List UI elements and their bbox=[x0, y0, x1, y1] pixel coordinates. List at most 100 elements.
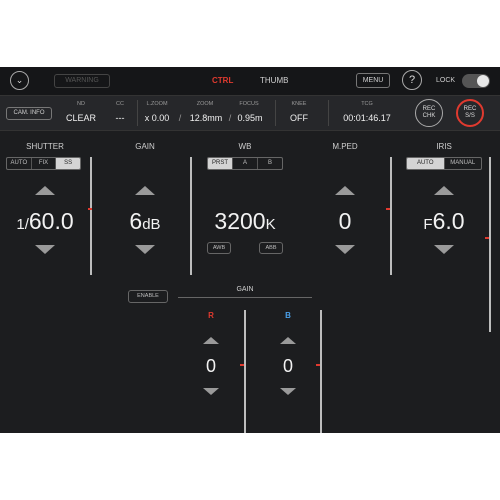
b-gain-label: B bbox=[285, 311, 291, 320]
mped-title: M.PED bbox=[332, 142, 358, 151]
mped-down-button[interactable] bbox=[335, 245, 355, 254]
top-bar: ⌄ WARNING CTRL THUMB MENU ? LOCK bbox=[0, 67, 500, 95]
iris-slider-track[interactable] bbox=[489, 157, 491, 332]
info-bar: CAM. INFO ND CLEAR CC --- L.ZOOM x 0.00 … bbox=[0, 95, 500, 131]
shutter-mode-fix[interactable]: FIX bbox=[32, 158, 57, 169]
up-arrow-icon bbox=[35, 186, 55, 195]
rb-gain-title: GAIN bbox=[236, 286, 254, 293]
up-arrow-icon bbox=[434, 186, 454, 195]
chevron-down-button[interactable]: ⌄ bbox=[10, 71, 29, 90]
down-arrow-icon bbox=[434, 245, 454, 254]
help-icon: ? bbox=[408, 73, 416, 86]
gain-down-button[interactable] bbox=[135, 245, 155, 254]
menu-button[interactable]: MENU bbox=[356, 73, 390, 88]
nd-label: ND bbox=[77, 101, 85, 107]
iris-value: F6.0 bbox=[398, 208, 490, 235]
iris-mode-auto[interactable]: AUTO bbox=[407, 158, 445, 169]
gain-up-button[interactable] bbox=[135, 186, 155, 195]
iris-up-button[interactable] bbox=[434, 186, 454, 195]
down-arrow-icon bbox=[203, 388, 219, 395]
warning-button[interactable]: WARNING bbox=[54, 74, 110, 88]
wb-mode-prst[interactable]: PRST bbox=[208, 158, 233, 169]
shutter-mode-ss[interactable]: SS bbox=[56, 158, 80, 169]
iris-value-prefix: F bbox=[423, 216, 433, 233]
b-gain-value: 0 bbox=[282, 356, 293, 376]
separator: / bbox=[178, 113, 182, 123]
lock-toggle[interactable] bbox=[462, 74, 490, 88]
up-arrow-icon bbox=[203, 337, 219, 344]
lzoom-label: L.ZOOM bbox=[146, 101, 168, 107]
b-gain-slider-track[interactable] bbox=[320, 310, 322, 433]
b-gain-down-button[interactable] bbox=[280, 388, 296, 395]
iris-mode-manual[interactable]: MANUAL bbox=[445, 158, 482, 169]
cc-value[interactable]: --- bbox=[108, 113, 132, 123]
mped-slider-indicator bbox=[386, 208, 390, 210]
nd-value[interactable]: CLEAR bbox=[62, 113, 100, 123]
lzoom-value[interactable]: x 0.00 bbox=[138, 113, 176, 123]
cam-info-button[interactable]: CAM. INFO bbox=[6, 107, 52, 120]
tcg-value[interactable]: 00:01:46.17 bbox=[334, 113, 400, 123]
wb-mode-selector: PRST A B bbox=[207, 157, 283, 170]
b-gain-slider-indicator bbox=[316, 364, 320, 366]
gain-value-unit: dB bbox=[142, 216, 161, 233]
wb-mode-b[interactable]: B bbox=[258, 158, 282, 169]
iris-down-button[interactable] bbox=[434, 245, 454, 254]
iris-title: IRIS bbox=[436, 142, 452, 151]
down-arrow-icon bbox=[280, 388, 296, 395]
cc-label: CC bbox=[116, 101, 124, 107]
wb-title: WB bbox=[238, 142, 252, 151]
r-gain-up-button[interactable] bbox=[203, 337, 219, 344]
wb-value-number: 3200 bbox=[214, 208, 266, 234]
knee-value[interactable]: OFF bbox=[282, 113, 316, 123]
down-arrow-icon bbox=[135, 245, 155, 254]
gain-title: GAIN bbox=[135, 142, 155, 151]
tab-ctrl[interactable]: CTRL bbox=[212, 76, 233, 85]
shutter-slider-track[interactable] bbox=[90, 157, 92, 275]
wb-mode-a[interactable]: A bbox=[233, 158, 258, 169]
shutter-mode-auto[interactable]: AUTO bbox=[7, 158, 32, 169]
rb-gain-title-underline bbox=[178, 297, 312, 298]
divider bbox=[275, 100, 276, 126]
shutter-up-button[interactable] bbox=[35, 186, 55, 195]
shutter-mode-selector: AUTO FIX SS bbox=[6, 157, 81, 170]
iris-mode-selector: AUTO MANUAL bbox=[406, 157, 482, 170]
enable-button[interactable]: ENABLE bbox=[128, 290, 168, 303]
shutter-value: 1/60.0 bbox=[0, 208, 90, 235]
gain-value: 6dB bbox=[100, 208, 190, 235]
iris-value-number: 6.0 bbox=[432, 208, 465, 234]
mped-value: 0 bbox=[338, 208, 352, 234]
down-arrow-icon bbox=[335, 245, 355, 254]
divider bbox=[328, 100, 329, 126]
rec-ss-button[interactable]: REC S/S bbox=[456, 99, 484, 127]
zoom-value[interactable]: 12.8mm bbox=[184, 113, 228, 123]
awb-button[interactable]: AWB bbox=[207, 242, 231, 254]
help-button[interactable]: ? bbox=[402, 70, 422, 90]
wb-value: 3200K bbox=[200, 208, 290, 235]
knee-label: KNEE bbox=[291, 101, 307, 107]
r-gain-down-button[interactable] bbox=[203, 388, 219, 395]
mped-up-button[interactable] bbox=[335, 186, 355, 195]
shutter-slider-indicator bbox=[88, 208, 92, 210]
chevron-down-icon: ⌄ bbox=[15, 75, 24, 85]
focus-label: FOCUS bbox=[239, 101, 259, 107]
wb-value-unit: K bbox=[265, 216, 276, 233]
r-gain-slider-indicator bbox=[240, 364, 244, 366]
mped-slider-track[interactable] bbox=[390, 157, 392, 275]
focus-value[interactable]: 0.95m bbox=[232, 113, 268, 123]
down-arrow-icon bbox=[35, 245, 55, 254]
shutter-down-button[interactable] bbox=[35, 245, 55, 254]
abb-button[interactable]: ABB bbox=[259, 242, 283, 254]
gain-value-number: 6 bbox=[129, 208, 143, 234]
tab-thumb[interactable]: THUMB bbox=[260, 76, 288, 85]
rec-chk-button[interactable]: REC CHK bbox=[415, 99, 443, 127]
up-arrow-icon bbox=[335, 186, 355, 195]
shutter-title: SHUTTER bbox=[26, 142, 64, 151]
r-gain-value: 0 bbox=[205, 356, 216, 376]
zoom-label: ZOOM bbox=[196, 101, 214, 107]
r-gain-slider-track[interactable] bbox=[244, 310, 246, 433]
camera-control-app: ⌄ WARNING CTRL THUMB MENU ? LOCK CAM. IN… bbox=[0, 67, 500, 433]
b-gain-up-button[interactable] bbox=[280, 337, 296, 344]
r-gain-label: R bbox=[208, 311, 214, 320]
gain-slider-track[interactable] bbox=[190, 157, 192, 275]
up-arrow-icon bbox=[135, 186, 155, 195]
